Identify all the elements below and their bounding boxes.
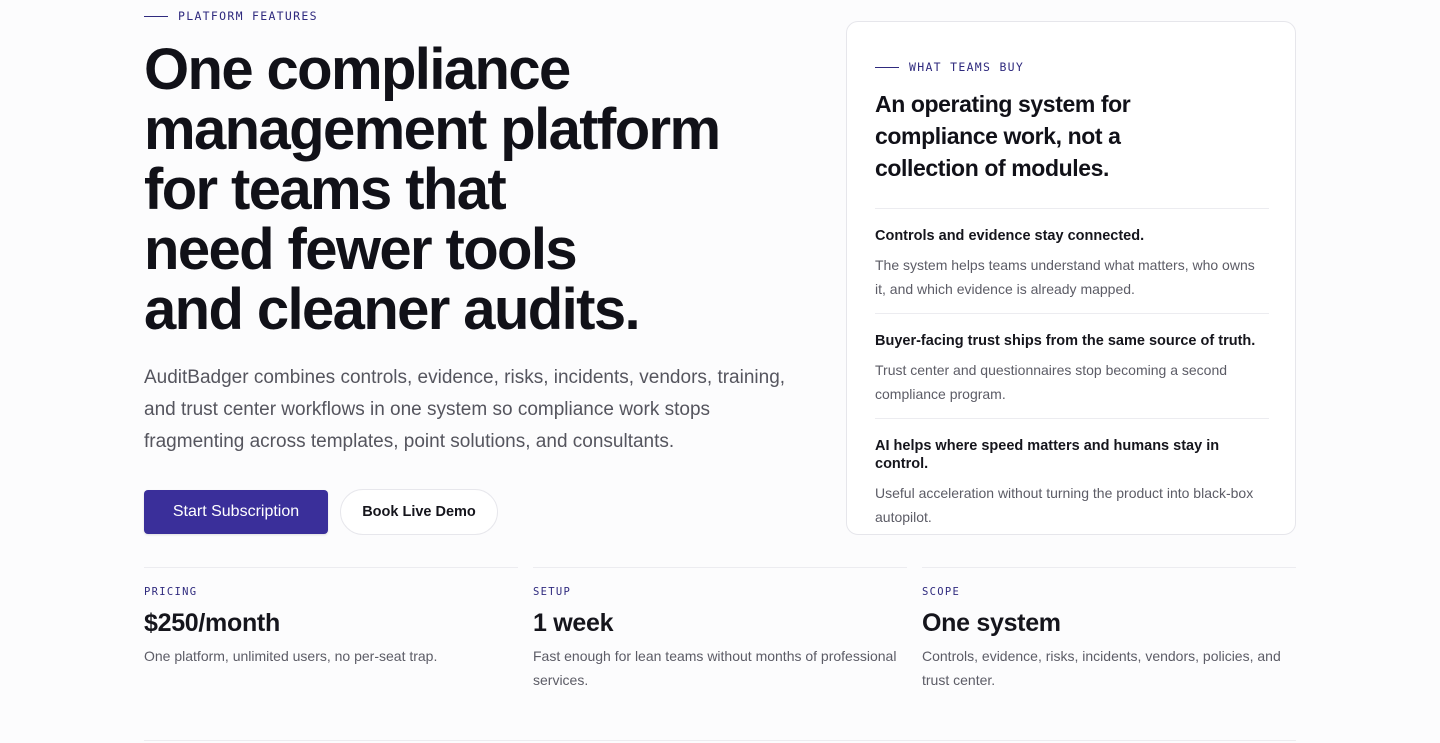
card-eyebrow: WHAT TEAMS BUY (875, 60, 1024, 74)
eyebrow-rule (144, 15, 168, 17)
card-item: AI helps where speed matters and humans … (875, 418, 1269, 529)
stat-value: One system (922, 609, 1061, 637)
hero-title-line: for teams that (144, 157, 507, 222)
stat-value: 1 week (533, 609, 614, 637)
stat-label: SETUP (533, 586, 572, 598)
card-item-text: Useful acceleration without turning the … (875, 485, 1254, 525)
card-eyebrow-label: WHAT TEAMS BUY (909, 60, 1025, 74)
hero-title: One compliance management platform for t… (144, 40, 824, 340)
stat-text: One platform, unlimited users, no per-se… (144, 648, 438, 664)
hero-title-line: need fewer tools (144, 217, 578, 282)
platform-features-eyebrow: PLATFORM FEATURES (144, 9, 318, 23)
stat-text: Controls, evidence, risks, incidents, ve… (922, 648, 1281, 688)
eyebrow-rule (875, 66, 899, 68)
stat-value: $250/month (144, 609, 280, 637)
section-divider (144, 740, 1296, 741)
hero-lede: AuditBadger combines controls, evidence,… (144, 367, 786, 452)
card-item: Buyer-facing trust ships from the same s… (875, 313, 1269, 406)
card-item-title: Controls and evidence stay connected. (875, 228, 1145, 244)
card-item-text: The system helps teams understand what m… (875, 257, 1255, 297)
hero-title-line: One compliance (144, 37, 571, 102)
book-live-demo-button[interactable]: Book Live Demo (340, 489, 498, 535)
eyebrow-label: PLATFORM FEATURES (178, 9, 318, 23)
hero-title-line: and cleaner audits. (144, 277, 641, 342)
hero-title-line: management platform (144, 97, 721, 162)
card-item-title: AI helps where speed matters and humans … (875, 438, 1220, 472)
stat-scope: SCOPE One system Controls, evidence, ris… (922, 567, 1296, 692)
stat-text: Fast enough for lean teams without month… (533, 648, 897, 688)
stat-setup: SETUP 1 week Fast enough for lean teams … (533, 567, 907, 692)
page: PLATFORM FEATURES One compliance managem… (0, 0, 1440, 743)
card-item: Controls and evidence stay connected. Th… (875, 208, 1269, 301)
what-teams-buy-card: WHAT TEAMS BUY An operating system for c… (846, 21, 1296, 535)
card-title: An operating system for compliance work,… (875, 91, 1131, 181)
card-item-text: Trust center and questionnaires stop bec… (875, 362, 1228, 402)
stat-pricing: PRICING $250/month One platform, unlimit… (144, 567, 518, 668)
stat-label: PRICING (144, 586, 198, 598)
stat-label: SCOPE (922, 586, 961, 598)
start-subscription-button[interactable]: Start Subscription (144, 490, 328, 534)
card-item-title: Buyer-facing trust ships from the same s… (875, 333, 1256, 349)
